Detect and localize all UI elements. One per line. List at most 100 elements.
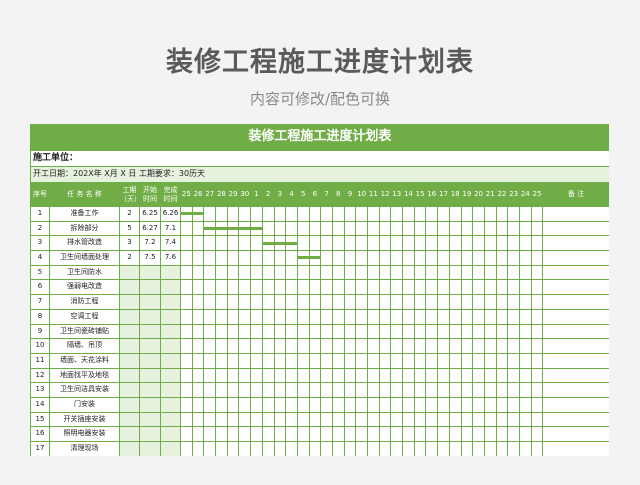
gantt-cell[interactable] bbox=[355, 220, 368, 237]
gantt-cell[interactable] bbox=[215, 220, 228, 237]
cell-seq[interactable]: 10 bbox=[30, 338, 50, 354]
cell-remark[interactable] bbox=[542, 367, 609, 384]
gantt-cell[interactable] bbox=[285, 323, 298, 340]
cell-duration[interactable]: 5 bbox=[119, 220, 140, 237]
gantt-cell[interactable] bbox=[425, 382, 439, 398]
cell-seq[interactable]: 4 bbox=[30, 250, 50, 266]
gantt-cell[interactable] bbox=[250, 367, 263, 384]
cell-task[interactable]: 墙面、天花涂料 bbox=[49, 352, 120, 369]
cell-task[interactable]: 卫生间防水 bbox=[49, 264, 120, 281]
gantt-cell[interactable] bbox=[413, 220, 427, 237]
cell-seq[interactable]: 2 bbox=[30, 220, 50, 237]
gantt-cell[interactable] bbox=[402, 426, 415, 442]
cell-end[interactable] bbox=[160, 426, 181, 442]
gantt-cell[interactable] bbox=[238, 250, 252, 266]
gantt-cell[interactable] bbox=[191, 323, 205, 340]
gantt-cell[interactable] bbox=[367, 294, 380, 310]
gantt-cell[interactable] bbox=[191, 441, 205, 456]
gantt-cell[interactable] bbox=[413, 396, 427, 413]
gantt-cell[interactable] bbox=[390, 206, 404, 222]
gantt-cell[interactable] bbox=[203, 382, 217, 398]
gantt-cell[interactable] bbox=[273, 206, 287, 222]
gantt-cell[interactable] bbox=[355, 338, 368, 354]
gantt-cell[interactable] bbox=[273, 264, 287, 281]
gantt-cell[interactable] bbox=[180, 338, 193, 354]
gantt-cell[interactable] bbox=[215, 338, 228, 354]
cell-start[interactable]: 7.2 bbox=[139, 235, 161, 252]
gantt-cell[interactable] bbox=[343, 396, 357, 413]
gantt-cell[interactable] bbox=[448, 323, 462, 340]
gantt-cell[interactable] bbox=[238, 411, 252, 428]
gantt-cell[interactable] bbox=[495, 264, 509, 281]
gantt-cell[interactable] bbox=[460, 323, 474, 340]
gantt-cell[interactable] bbox=[191, 294, 205, 310]
gantt-cell[interactable] bbox=[261, 323, 275, 340]
gantt-cell[interactable] bbox=[367, 367, 380, 384]
gantt-cell[interactable] bbox=[390, 279, 404, 296]
gantt-cell[interactable] bbox=[425, 426, 439, 442]
gantt-cell[interactable] bbox=[215, 264, 228, 281]
gantt-cell[interactable] bbox=[261, 294, 275, 310]
gantt-cell[interactable] bbox=[180, 396, 193, 413]
gantt-cell[interactable] bbox=[355, 235, 368, 252]
gantt-cell[interactable] bbox=[390, 382, 404, 398]
gantt-cell[interactable] bbox=[180, 206, 193, 222]
gantt-cell[interactable] bbox=[273, 338, 287, 354]
gantt-cell[interactable] bbox=[495, 396, 509, 413]
cell-remark[interactable] bbox=[542, 206, 609, 222]
gantt-cell[interactable] bbox=[378, 382, 392, 398]
gantt-cell[interactable] bbox=[273, 235, 287, 252]
gantt-cell[interactable] bbox=[320, 426, 333, 442]
gantt-cell[interactable] bbox=[378, 323, 392, 340]
cell-duration[interactable] bbox=[119, 323, 140, 340]
gantt-cell[interactable] bbox=[378, 250, 392, 266]
gantt-cell[interactable] bbox=[378, 411, 392, 428]
gantt-cell[interactable] bbox=[483, 220, 497, 237]
gantt-cell[interactable] bbox=[285, 308, 298, 325]
gantt-cell[interactable] bbox=[215, 441, 228, 456]
gantt-cell[interactable] bbox=[238, 323, 252, 340]
gantt-cell[interactable] bbox=[320, 294, 333, 310]
gantt-cell[interactable] bbox=[203, 294, 217, 310]
gantt-cell[interactable] bbox=[343, 441, 357, 456]
gantt-cell[interactable] bbox=[460, 206, 474, 222]
gantt-cell[interactable] bbox=[331, 323, 345, 340]
gantt-cell[interactable] bbox=[285, 220, 298, 237]
gantt-cell[interactable] bbox=[518, 250, 532, 266]
gantt-cell[interactable] bbox=[448, 264, 462, 281]
gantt-cell[interactable] bbox=[460, 367, 474, 384]
gantt-cell[interactable] bbox=[296, 323, 310, 340]
cell-start[interactable] bbox=[139, 411, 161, 428]
gantt-cell[interactable] bbox=[226, 323, 240, 340]
gantt-cell[interactable] bbox=[518, 367, 532, 384]
gantt-cell[interactable] bbox=[495, 250, 509, 266]
gantt-cell[interactable] bbox=[425, 338, 439, 354]
gantt-cell[interactable] bbox=[437, 352, 450, 369]
gantt-cell[interactable] bbox=[226, 279, 240, 296]
cell-end[interactable] bbox=[160, 367, 181, 384]
gantt-cell[interactable] bbox=[308, 367, 322, 384]
cell-task[interactable]: 准备工作 bbox=[49, 206, 120, 222]
gantt-cell[interactable] bbox=[518, 235, 532, 252]
cell-end[interactable]: 7.6 bbox=[160, 250, 181, 266]
gantt-cell[interactable] bbox=[203, 264, 217, 281]
gantt-cell[interactable] bbox=[425, 294, 439, 310]
gantt-cell[interactable] bbox=[238, 206, 252, 222]
gantt-cell[interactable] bbox=[413, 323, 427, 340]
gantt-cell[interactable] bbox=[320, 382, 333, 398]
gantt-cell[interactable] bbox=[518, 220, 532, 237]
gantt-cell[interactable] bbox=[250, 206, 263, 222]
cell-start[interactable] bbox=[139, 338, 161, 354]
gantt-cell[interactable] bbox=[355, 264, 368, 281]
cell-start[interactable] bbox=[139, 382, 161, 398]
date-line[interactable]: 开工日期：202X年 X月 X 日 工期要求：30历天 bbox=[30, 166, 609, 183]
gantt-cell[interactable] bbox=[460, 264, 474, 281]
gantt-cell[interactable] bbox=[378, 396, 392, 413]
gantt-cell[interactable] bbox=[180, 367, 193, 384]
gantt-cell[interactable] bbox=[437, 382, 450, 398]
cell-remark[interactable] bbox=[542, 279, 609, 296]
gantt-cell[interactable] bbox=[390, 294, 404, 310]
gantt-cell[interactable] bbox=[343, 382, 357, 398]
gantt-cell[interactable] bbox=[320, 411, 333, 428]
gantt-cell[interactable] bbox=[296, 308, 310, 325]
